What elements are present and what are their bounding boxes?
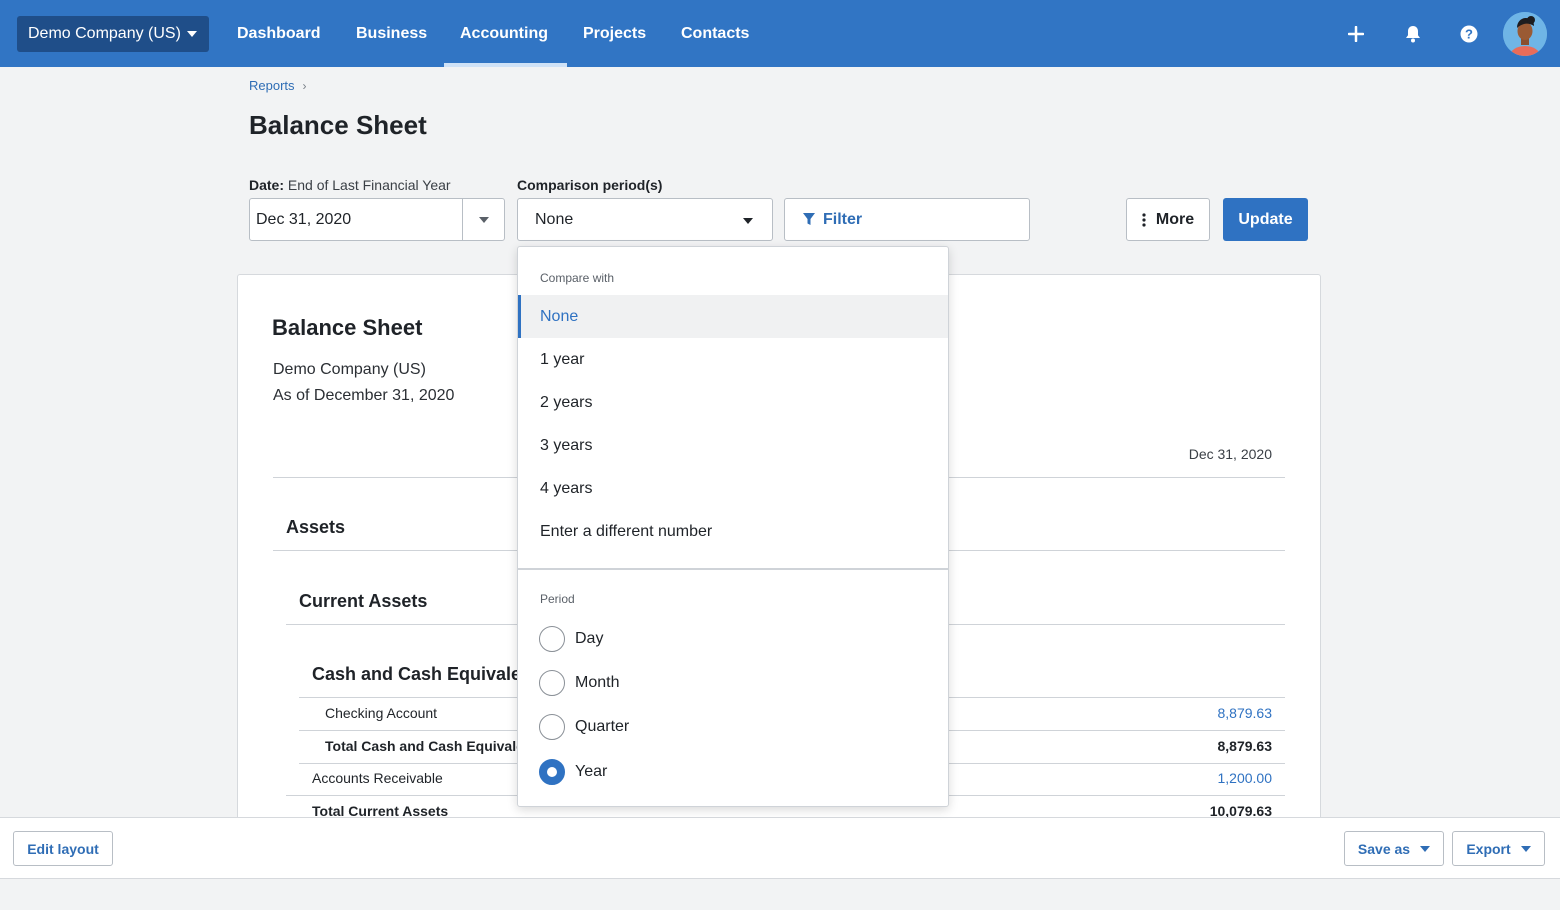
chevron-down-icon (1520, 845, 1531, 852)
row-label: Checking Account (325, 705, 438, 721)
update-button[interactable]: Update (1223, 198, 1308, 241)
nav-dashboard[interactable]: Dashboard (221, 0, 337, 67)
period-quarter[interactable]: Quarter (539, 712, 629, 742)
row-label: Accounts Receivable (312, 770, 443, 786)
nav-business[interactable]: Business (340, 0, 443, 67)
option-2-years[interactable]: 2 years (518, 381, 948, 424)
breadcrumb: Reports › (249, 78, 307, 93)
organization-switcher[interactable]: Demo Company (US) (17, 16, 209, 52)
option-different-number[interactable]: Enter a different number (518, 510, 948, 553)
radio-button[interactable] (539, 714, 565, 740)
more-label: More (1155, 210, 1195, 228)
period-month[interactable]: Month (539, 668, 619, 698)
report-title: Balance Sheet (272, 315, 423, 340)
row-label: Total Cash and Cash Equivalents (325, 738, 545, 754)
organization-name: Demo Company (US) (28, 25, 181, 42)
period-label: Month (575, 674, 620, 691)
option-3-years[interactable]: 3 years (518, 424, 948, 467)
date-label: Date: End of Last Financial Year (249, 177, 451, 193)
comparison-value: None (535, 211, 574, 228)
chevron-down-icon (1420, 845, 1431, 852)
bottom-toolbar: Edit layout Save as Export (0, 817, 1560, 879)
period-day[interactable]: Day (539, 624, 603, 654)
svg-text:?: ? (1465, 27, 1473, 42)
column-header: Dec 31, 2020 (1188, 446, 1272, 462)
comparison-select[interactable]: None (517, 198, 773, 241)
comparison-label: Comparison period(s) (517, 177, 663, 193)
filter-button[interactable]: Filter (784, 198, 1030, 241)
date-input[interactable]: Dec 31, 2020 (249, 198, 505, 241)
row-value-link[interactable]: 1,200.00 (1218, 770, 1273, 786)
period-label: Year (575, 763, 608, 780)
date-value: Dec 31, 2020 (256, 211, 352, 228)
export-button[interactable]: Export (1452, 831, 1545, 866)
section-current-assets: Current Assets (299, 591, 428, 611)
export-label: Export (1466, 840, 1511, 857)
report-company: Demo Company (US) (273, 361, 426, 378)
period-year[interactable]: Year (539, 757, 607, 787)
row-value: 8,879.63 (1217, 738, 1273, 754)
chevron-down-icon (478, 216, 489, 223)
chevron-down-icon (743, 218, 753, 224)
avatar[interactable] (1503, 12, 1547, 56)
option-1-year[interactable]: 1 year (518, 338, 948, 381)
nav-accounting[interactable]: Accounting (444, 0, 567, 67)
period-heading: Period (540, 592, 575, 606)
chevron-right-icon: › (302, 78, 307, 93)
page-title: Balance Sheet (249, 110, 427, 140)
save-as-button[interactable]: Save as (1344, 831, 1444, 866)
chevron-down-icon (186, 31, 197, 37)
help-icon[interactable]: ? (1457, 22, 1481, 46)
divider (518, 568, 948, 570)
plus-icon[interactable] (1344, 22, 1368, 46)
section-cash: Cash and Cash Equivalents (312, 664, 549, 684)
radio-button[interactable] (539, 626, 565, 652)
bell-icon[interactable] (1401, 22, 1425, 46)
filter-icon (803, 213, 815, 225)
nav-contacts[interactable]: Contacts (665, 0, 765, 67)
period-label: Day (575, 630, 604, 647)
save-as-label: Save as (1357, 840, 1411, 857)
radio-button-selected[interactable] (539, 759, 565, 785)
section-assets: Assets (286, 517, 346, 537)
top-navigation: Demo Company (US) Dashboard Business Acc… (0, 0, 1560, 67)
breadcrumb-reports-link[interactable]: Reports (249, 78, 295, 93)
option-4-years[interactable]: 4 years (518, 467, 948, 510)
edit-layout-button[interactable]: Edit layout (13, 831, 113, 866)
filter-label: Filter (823, 210, 863, 228)
more-vertical-icon (1142, 212, 1146, 227)
comparison-dropdown: Compare with None 1 year 2 years 3 years… (517, 246, 949, 807)
row-value-link[interactable]: 8,879.63 (1218, 705, 1273, 721)
nav-projects[interactable]: Projects (567, 0, 662, 67)
compare-with-heading: Compare with (540, 271, 615, 285)
option-none[interactable]: None (518, 295, 948, 338)
radio-button[interactable] (539, 670, 565, 696)
period-label: Quarter (575, 718, 630, 735)
report-as-of: As of December 31, 2020 (273, 387, 455, 404)
more-button[interactable]: More (1126, 198, 1210, 241)
date-dropdown-button[interactable] (462, 199, 504, 240)
